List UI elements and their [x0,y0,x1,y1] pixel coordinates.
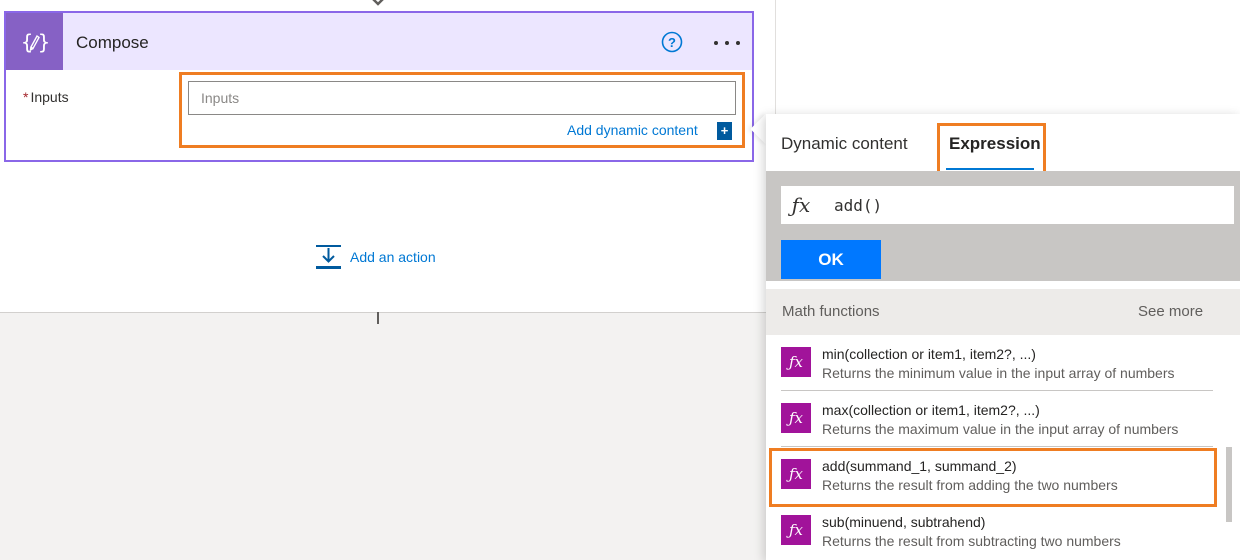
add-dynamic-content-plus-icon[interactable]: + [717,122,735,140]
svg-text:{: { [21,30,33,54]
card-title: Compose [76,33,149,52]
math-functions-header: Math functions See more [766,289,1240,335]
function-list-scrollbar[interactable] [1226,447,1232,522]
inputs-field[interactable] [188,81,736,115]
expression-input-row[interactable]: ƒx [781,186,1234,224]
svg-text:}: } [38,30,50,54]
function-item-max[interactable]: ƒx max(collection or item1, item2?, ...)… [766,391,1216,447]
compose-action-card[interactable]: { } Compose ? *Inputs Add dynamic conten… [4,11,754,162]
tab-dynamic-content[interactable]: Dynamic content [781,134,908,154]
function-fx-icon: ƒx [781,515,811,545]
function-description: Returns the minimum value in the input a… [822,365,1175,381]
compose-card-header[interactable]: { } Compose ? [6,13,752,70]
compose-braces-icon: { } [6,13,63,70]
flow-canvas-lower [0,312,766,560]
add-action-button[interactable]: Add an action [315,244,436,270]
expression-input[interactable] [834,195,1214,215]
function-item-sub[interactable]: ƒx sub(minuend, subtrahend) Returns the … [766,503,1216,559]
inputs-label-text: Inputs [30,89,69,105]
function-description: Returns the result from subtracting two … [822,533,1121,549]
help-circle-icon[interactable]: ? [661,31,683,53]
section-title: Math functions [782,303,880,320]
function-name: min(collection or item1, item2?, ...) [822,346,1036,362]
inputs-highlight-box: Add dynamic content + [179,72,745,148]
function-description: Returns the maximum value in the input a… [822,421,1179,437]
function-fx-icon: ƒx [781,347,811,377]
connector-arrow-icon [372,0,384,6]
expression-editor: ƒx OK [766,171,1240,281]
fx-icon: ƒx [791,193,811,217]
ok-button[interactable]: OK [781,240,881,279]
inputs-label: * Inputs [23,89,69,105]
function-name: sub(minuend, subtrahend) [822,514,986,530]
add-action-label: Add an action [350,249,436,265]
function-list: ƒx min(collection or item1, item2?, ...)… [766,335,1240,560]
see-more-link[interactable]: See more [1138,303,1203,320]
function-item-min[interactable]: ƒx min(collection or item1, item2?, ...)… [766,335,1216,391]
function-name: max(collection or item1, item2?, ...) [822,402,1040,418]
add-action-icon [316,245,341,269]
connector-line [377,312,379,324]
more-dots-icon[interactable] [712,40,742,46]
add-dynamic-content-link[interactable]: Add dynamic content [567,122,698,138]
svg-text:?: ? [668,35,676,50]
add-function-highlight [769,448,1217,507]
required-marker: * [23,89,29,105]
function-fx-icon: ƒx [781,403,811,433]
dynamic-content-flyout: Dynamic content Expression ƒx OK Math fu… [766,114,1240,560]
